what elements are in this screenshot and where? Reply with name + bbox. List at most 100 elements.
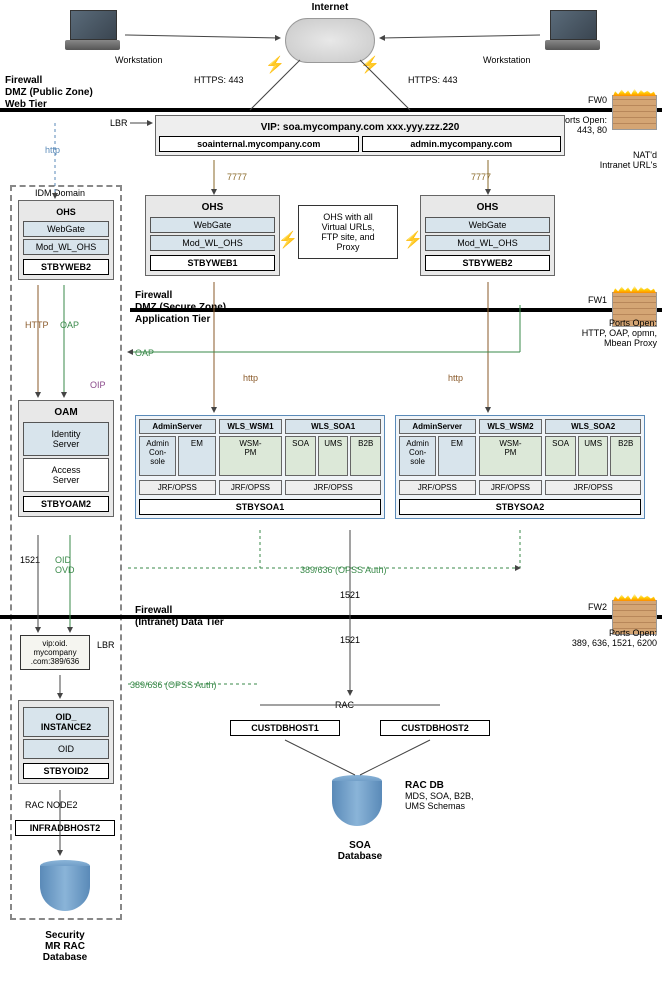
stbyweb2-tag: STBYWEB2 — [425, 255, 550, 271]
sec-db-label: Security MR RAC Database — [25, 930, 105, 963]
custdbhost2-tag: CUSTDBHOST2 — [380, 720, 490, 736]
lbr-label: LBR — [97, 640, 115, 650]
http-label: http — [448, 373, 463, 383]
oid-instance: OID_ INSTANCE2 — [23, 707, 109, 737]
http-label: http — [45, 145, 60, 155]
lightning-icon: ⚡ — [278, 230, 298, 250]
b2b: B2B — [350, 436, 381, 476]
admin-url: admin.mycompany.com — [362, 136, 562, 152]
oap-arrow: OAP — [135, 348, 154, 358]
oid-box: OID — [23, 739, 109, 759]
internet-label: Internet — [290, 2, 370, 13]
em: EM — [178, 436, 215, 476]
oid-ovd: OID OVD — [55, 555, 75, 575]
idm-domain-label: IDM Domain — [35, 188, 85, 198]
identity-server: Identity Server — [23, 422, 109, 456]
rac-node2: RAC NODE2 — [25, 800, 78, 810]
ohs-title: OHS — [150, 200, 275, 215]
webgate-box: WebGate — [425, 217, 550, 233]
vip-oid: vip:oid. mycompany .com:389/636 — [20, 635, 90, 670]
webgate-box: WebGate — [150, 217, 275, 233]
ums: UMS — [318, 436, 349, 476]
fw0-label: FW0 — [588, 95, 607, 105]
fw2-label: FW2 — [588, 602, 607, 612]
jrf-opss: JRF/OPSS — [399, 480, 476, 495]
oid-host: OID_ INSTANCE2 OID STBYOID2 — [18, 700, 114, 784]
stbysoa1-group: AdminServer Admin Con- sole EM JRF/OPSS … — [135, 415, 385, 519]
nat-label: NAT'd Intranet URL's — [600, 150, 657, 170]
lightning-icon: ⚡ — [360, 55, 380, 75]
wls-wsm2: WLS_WSM2 — [479, 419, 543, 434]
port-7777: 7777 — [471, 172, 491, 182]
lbr-box: VIP: soa.mycompany.com xxx.yyy.zzz.220 s… — [155, 115, 565, 156]
opss-auth-idm: 389/636 (OPSS Auth) — [130, 680, 217, 690]
soainternal-url: soainternal.mycompany.com — [159, 136, 359, 152]
em: EM — [438, 436, 475, 476]
infradbhost2-tag: INFRADBHOST2 — [15, 820, 115, 836]
rac-db-title: RAC DB — [405, 780, 474, 791]
http-label: http — [243, 373, 258, 383]
stbyweb2-host: OHS WebGate Mod_WL_OHS STBYWEB2 — [420, 195, 555, 276]
fw1-label: FW1 — [588, 295, 607, 305]
workstation-icon — [545, 10, 600, 50]
adminserver: AdminServer — [399, 419, 476, 434]
firewall-icon — [612, 95, 657, 130]
wls-soa2: WLS_SOA2 — [545, 419, 641, 434]
mod-box: Mod_WL_OHS — [23, 239, 109, 255]
fw0-ports: Ports Open: 443, 80 — [559, 115, 607, 135]
jrf-opss: JRF/OPSS — [285, 480, 381, 495]
p1521: 1521 — [20, 555, 40, 565]
soa-db-label: SOA Database — [320, 840, 400, 862]
rac-label: RAC — [335, 700, 354, 710]
vip-label: VIP: soa.mycompany.com xxx.yyy.zzz.220 — [159, 119, 561, 136]
jrf-opss: JRF/OPSS — [219, 480, 283, 495]
ums: UMS — [578, 436, 609, 476]
admin-console: Admin Con- sole — [399, 436, 436, 476]
workstation-label: Workstation — [483, 55, 530, 65]
idm-ohs-host: OHS WebGate Mod_WL_OHS STBYWEB2 — [18, 200, 114, 280]
custdbhost1-tag: CUSTDBHOST1 — [230, 720, 340, 736]
soa-c: SOA — [285, 436, 316, 476]
stbyweb1-tag: STBYWEB1 — [150, 255, 275, 271]
stbyweb1-host: OHS WebGate Mod_WL_OHS STBYWEB1 — [145, 195, 280, 276]
https-label: HTTPS: 443 — [194, 75, 244, 85]
stbysoa2-tag: STBYSOA2 — [399, 499, 641, 515]
workstation-icon — [65, 10, 120, 50]
port-7777: 7777 — [227, 172, 247, 182]
oam-title: OAM — [23, 405, 109, 420]
stbysoa2-group: AdminServer Admin Con- sole EM JRF/OPSS … — [395, 415, 645, 519]
fw1-ports: Ports Open: HTTP, OAP, opmn, Mbean Proxy — [582, 318, 657, 348]
mod-box: Mod_WL_OHS — [150, 235, 275, 251]
lightning-icon: ⚡ — [265, 55, 285, 75]
soa-c: SOA — [545, 436, 576, 476]
b2b: B2B — [610, 436, 641, 476]
rac-db-desc: MDS, SOA, B2B, UMS Schemas — [405, 791, 474, 811]
https-label: HTTPS: 443 — [408, 75, 458, 85]
fw0-title: FirewallDMZ (Public Zone)Web Tier — [5, 75, 93, 111]
database-icon — [332, 775, 382, 830]
p1521: 1521 — [340, 590, 360, 600]
stbyweb2-tag: STBYWEB2 — [23, 259, 109, 275]
wls-wsm1: WLS_WSM1 — [219, 419, 283, 434]
mod-box: Mod_WL_OHS — [425, 235, 550, 251]
ohs-title: OHS — [425, 200, 550, 215]
adminserver: AdminServer — [139, 419, 216, 434]
oip-label: OIP — [90, 380, 106, 390]
rac-db-info: RAC DB MDS, SOA, B2B, UMS Schemas — [405, 780, 474, 811]
wls-soa1: WLS_SOA1 — [285, 419, 381, 434]
stbyoid2-tag: STBYOID2 — [23, 763, 109, 779]
oap-label: OAP — [60, 320, 79, 330]
fw2-ports: Ports Open: 389, 636, 1521, 6200 — [572, 628, 657, 648]
jrf-opss: JRF/OPSS — [139, 480, 216, 495]
stbysoa1-tag: STBYSOA1 — [139, 499, 381, 515]
workstation-label: Workstation — [115, 55, 162, 65]
ohs-note: OHS with all Virtual URLs, FTP site, and… — [298, 205, 398, 259]
database-icon — [40, 860, 90, 915]
admin-console: Admin Con- sole — [139, 436, 176, 476]
opss-auth: 389/636 (OPSS Auth) — [300, 565, 387, 575]
lbr-label: LBR — [110, 118, 128, 128]
access-server: Access Server — [23, 458, 109, 492]
wsm-pm: WSM- PM — [479, 436, 543, 476]
http-label: HTTP — [25, 320, 49, 330]
jrf-opss: JRF/OPSS — [479, 480, 543, 495]
